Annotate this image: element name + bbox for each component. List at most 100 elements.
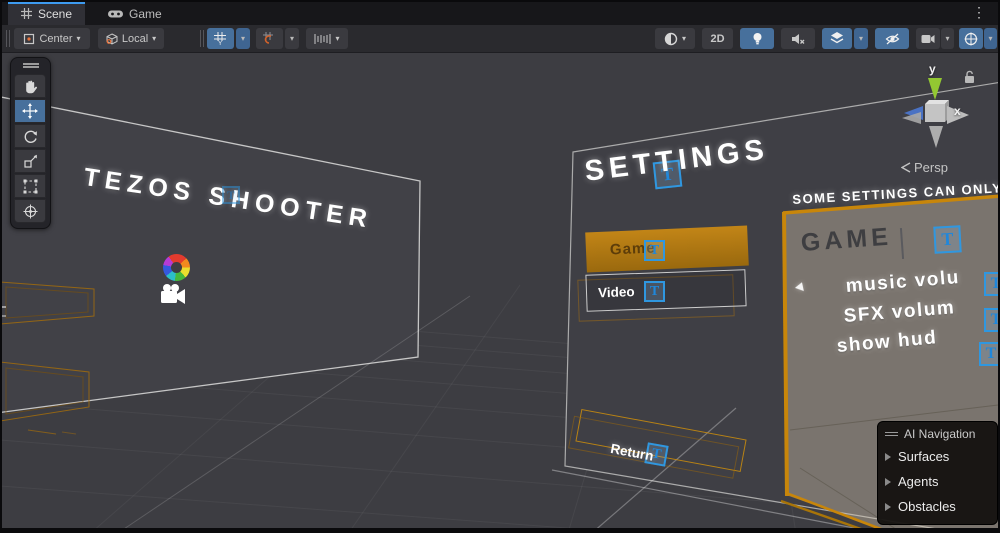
foldout-arrow-icon [885, 478, 891, 486]
grid-visibility-dropdown[interactable]: ▾ [236, 28, 250, 49]
hand-icon [23, 79, 37, 94]
down-axis-cone[interactable] [929, 126, 943, 148]
text-gizmo-icon[interactable]: T [222, 186, 240, 204]
overlay-drag-handle[interactable] [23, 63, 39, 65]
handle-rotation-label: Local [122, 33, 148, 45]
menu-button-video-label: Video [598, 284, 635, 300]
gizmos-toggle[interactable] [959, 28, 983, 49]
camera-gizmo-icon[interactable] [158, 283, 188, 307]
lock-icon[interactable] [962, 69, 977, 84]
svg-text:Y: Y [218, 40, 223, 45]
menu-button-game[interactable]: Game [585, 225, 749, 272]
effects-toggle[interactable] [822, 28, 852, 49]
window-border [0, 0, 2, 533]
2d-mode-label: 2D [710, 33, 724, 45]
transform-icon [23, 204, 38, 219]
rotate-icon [23, 129, 38, 144]
gizmo-cube-top [925, 100, 949, 104]
camera-icon [921, 34, 935, 44]
text-gizmo-icon[interactable]: T [979, 342, 1000, 366]
selection-caret [794, 282, 804, 292]
game-panel-title: GAME [800, 223, 893, 258]
persp-arrow-icon [901, 162, 911, 173]
y-axis-cone[interactable] [928, 78, 942, 100]
scene-lighting-toggle[interactable] [740, 28, 774, 49]
2d-mode-toggle[interactable]: 2D [702, 28, 733, 49]
eye-slash-icon [885, 33, 900, 45]
game-panel-row-music: music volu [845, 267, 961, 298]
effects-dropdown[interactable]: ▾ [854, 28, 868, 49]
chevron-down-icon: ▾ [859, 34, 863, 43]
text-gizmo-letter: T [650, 243, 659, 259]
handle-rotation-dropdown[interactable]: Local ▾ [98, 28, 164, 49]
gizmo-x-label: x [954, 104, 961, 118]
text-cursor [900, 228, 904, 259]
window-border [0, 0, 1000, 2]
local-space-icon [106, 33, 118, 45]
title-wall-outline [0, 96, 420, 413]
kebab-menu-icon[interactable]: ⋮ [972, 3, 986, 21]
ai-navigation-header[interactable]: AI Navigation [878, 422, 997, 444]
spawn-wireframe-boxes [0, 282, 94, 434]
pivot-mode-dropdown[interactable]: Center ▾ [14, 28, 90, 49]
ai-nav-item-agents[interactable]: Agents [878, 469, 997, 494]
transform-tool-button[interactable] [14, 199, 46, 223]
game-panel-row-showhud: show hud [836, 327, 938, 358]
gizmos-icon [964, 32, 978, 46]
speaker-muted-icon [791, 33, 805, 45]
text-gizmo-letter: T [986, 345, 997, 363]
menu-button-video[interactable]: Video [585, 269, 746, 312]
projection-label: Persp [914, 160, 948, 175]
flare-gizmo-icon[interactable] [163, 254, 190, 281]
gamepad-icon [108, 9, 123, 19]
rect-tool-button[interactable] [14, 174, 46, 198]
text-gizmo-icon[interactable]: T [644, 240, 665, 261]
text-gizmo-icon[interactable]: T [644, 281, 665, 302]
move-icon [22, 103, 38, 119]
chevron-down-icon: ▾ [335, 34, 339, 43]
ai-nav-item-label: Obstacles [898, 499, 956, 514]
scene-toolbar: Center ▾ Local ▾ Y ▾ [0, 25, 1000, 53]
chevron-down-icon: ▾ [988, 34, 992, 43]
ai-nav-item-label: Agents [898, 474, 938, 489]
projection-toggle[interactable]: Persp [901, 160, 948, 175]
overlay-drag-handle[interactable] [885, 432, 898, 433]
settings-warning-text: SOME SETTINGS CAN ONLY [792, 180, 1000, 207]
scene-grid-icon [21, 8, 32, 19]
ai-nav-item-label: Surfaces [898, 449, 949, 464]
camera-settings-dropdown[interactable]: ▾ [941, 28, 954, 49]
grid-snapping-toggle[interactable] [256, 28, 283, 49]
gizmo-cube[interactable] [925, 104, 945, 122]
snap-magnet-icon [263, 32, 276, 45]
floor-grid-bright-lines [118, 296, 880, 533]
move-tool-button[interactable] [14, 99, 46, 123]
text-gizmo-letter: T [650, 284, 659, 300]
draw-mode-dropdown[interactable]: ▾ [655, 28, 695, 49]
scale-tool-button[interactable] [14, 149, 46, 173]
toolbar-separator [200, 30, 201, 47]
snap-increment-icon [314, 33, 331, 45]
effects-icon [830, 32, 844, 45]
tab-game[interactable]: Game [95, 2, 175, 25]
audio-toggle[interactable] [781, 28, 815, 49]
chevron-down-icon: ▾ [945, 34, 949, 43]
gizmos-dropdown[interactable]: ▾ [984, 28, 997, 49]
scene-visibility-toggle[interactable] [875, 28, 909, 49]
gizmo-y-label: y [929, 62, 936, 76]
light-bulb-icon [752, 32, 763, 46]
scene-viewport-drawing [0, 0, 1000, 533]
text-gizmo-icon[interactable]: T [933, 225, 961, 253]
text-gizmo-letter: T [227, 188, 235, 203]
ai-nav-item-surfaces[interactable]: Surfaces [878, 444, 997, 469]
snap-increment-dropdown[interactable]: ▾ [306, 28, 348, 49]
pivot-mode-label: Center [39, 33, 72, 45]
grid-visibility-toggle[interactable]: Y [207, 28, 234, 49]
view-tool-button[interactable] [14, 74, 46, 98]
camera-settings-button[interactable] [916, 28, 940, 49]
shaded-mode-icon [664, 32, 678, 46]
foldout-arrow-icon [885, 453, 891, 461]
rotate-tool-button[interactable] [14, 124, 46, 148]
ai-nav-item-obstacles[interactable]: Obstacles [878, 494, 997, 519]
grid-snapping-dropdown[interactable]: ▾ [285, 28, 299, 49]
tab-scene[interactable]: Scene [8, 2, 85, 25]
